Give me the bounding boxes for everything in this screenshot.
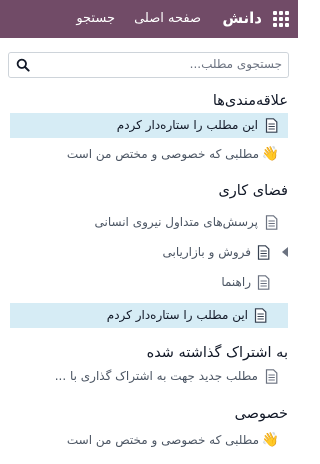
document-icon — [257, 275, 270, 290]
section-title-private: خصوصی — [234, 406, 288, 422]
section-title-shared: به اشتراک گذاشته شده — [146, 345, 288, 361]
section-title-workspace: فضای کاری — [218, 183, 288, 199]
article-label: پرسش‌های متداول نیروی انسانی — [94, 215, 258, 229]
article-label: مطلبی که خصوصی و مختص من است — [66, 433, 259, 447]
top-navbar: دانش صفحه اصلی جستجو — [0, 0, 298, 38]
workspace-item-guide[interactable]: راهنما — [0, 270, 298, 295]
caret-left-icon[interactable] — [282, 247, 288, 257]
app-brand[interactable]: دانش — [222, 8, 262, 28]
article-label: مطلبی که خصوصی و مختص من است — [66, 147, 259, 161]
favorite-item-starred[interactable]: این مطلب را ستاره‌دار کردم — [10, 113, 288, 138]
document-icon — [265, 215, 278, 230]
article-label: راهنما — [221, 275, 251, 289]
document-icon — [265, 118, 278, 133]
apps-grid-icon[interactable] — [272, 11, 289, 28]
search-box — [8, 52, 289, 78]
article-label: این مطلب را ستاره‌دار کردم — [106, 308, 248, 322]
workspace-item-hr-faq[interactable]: پرسش‌های متداول نیروی انسانی — [0, 210, 298, 235]
document-icon — [254, 308, 267, 323]
favorite-item-private[interactable]: 👋 مطلبی که خصوصی و مختص من است — [0, 142, 298, 167]
private-item[interactable]: 👋 مطلبی که خصوصی و مختص من است — [0, 428, 298, 453]
workspace-item-starred[interactable]: این مطلب را ستاره‌دار کردم — [10, 303, 288, 328]
document-icon — [257, 245, 270, 260]
nav-search[interactable]: جستجو — [76, 10, 115, 28]
waving-hand-emoji: 👋 — [261, 146, 279, 162]
nav-home[interactable]: صفحه اصلی — [134, 10, 201, 28]
search-icon[interactable] — [16, 58, 30, 72]
search-input[interactable] — [42, 55, 282, 73]
article-label: این مطلب را ستاره‌دار کردم — [116, 118, 258, 132]
shared-item-new[interactable]: مطلب جدید جهت به اشتراک گذاری با ... — [0, 364, 298, 389]
section-title-favorites: علاقه‌مندی‌ها — [212, 93, 288, 109]
workspace-item-sales[interactable]: فروش و بازاریابی — [0, 240, 298, 265]
waving-hand-emoji: 👋 — [261, 432, 279, 448]
article-label: مطلب جدید جهت به اشتراک گذاری با ... — [54, 369, 258, 383]
article-label: فروش و بازاریابی — [162, 245, 251, 259]
document-icon — [265, 369, 278, 384]
